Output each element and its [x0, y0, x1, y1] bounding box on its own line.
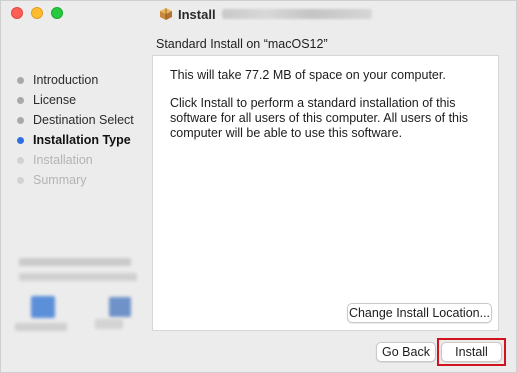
step-dot-icon: [17, 76, 24, 84]
installer-window: Install Standard Install on “macOS12” In…: [0, 0, 517, 373]
step-label: Installation Type: [33, 133, 131, 147]
step-destination-select: Destination Select: [17, 111, 134, 129]
step-label: Summary: [33, 173, 87, 187]
space-required-text: This will take 77.2 MB of space on your …: [170, 68, 446, 82]
zoom-window-button[interactable]: [51, 7, 63, 19]
window-title: Install: [178, 6, 216, 22]
step-installation: Installation: [17, 151, 93, 169]
step-label: Destination Select: [33, 113, 134, 127]
step-summary: Summary: [17, 171, 86, 189]
current-step-dot-icon: [17, 136, 24, 144]
title-bar[interactable]: Install: [1, 1, 516, 27]
install-button[interactable]: Install: [441, 342, 502, 362]
step-label: Installation: [33, 153, 93, 167]
obscured-title-text: [221, 9, 372, 19]
window-title-group: Install: [159, 5, 372, 23]
step-dot-icon: [17, 116, 24, 124]
step-dot-icon: [17, 156, 24, 164]
page-subtitle: Standard Install on “macOS12”: [156, 37, 328, 51]
step-dot-icon: [17, 96, 24, 104]
install-description-text: Click Install to perform a standard inst…: [170, 96, 469, 140]
minimize-window-button[interactable]: [31, 7, 43, 19]
step-introduction: Introduction: [17, 71, 98, 89]
change-install-location-button[interactable]: Change Install Location...: [347, 303, 492, 323]
step-installation-type: Installation Type: [17, 131, 131, 149]
content-panel: This will take 77.2 MB of space on your …: [152, 55, 499, 331]
package-icon: [160, 8, 172, 20]
step-label: License: [33, 93, 77, 107]
step-dot-icon: [17, 176, 24, 184]
close-window-button[interactable]: [11, 7, 23, 19]
go-back-button[interactable]: Go Back: [376, 342, 436, 362]
step-label: Introduction: [33, 73, 99, 87]
step-license: License: [17, 91, 76, 109]
